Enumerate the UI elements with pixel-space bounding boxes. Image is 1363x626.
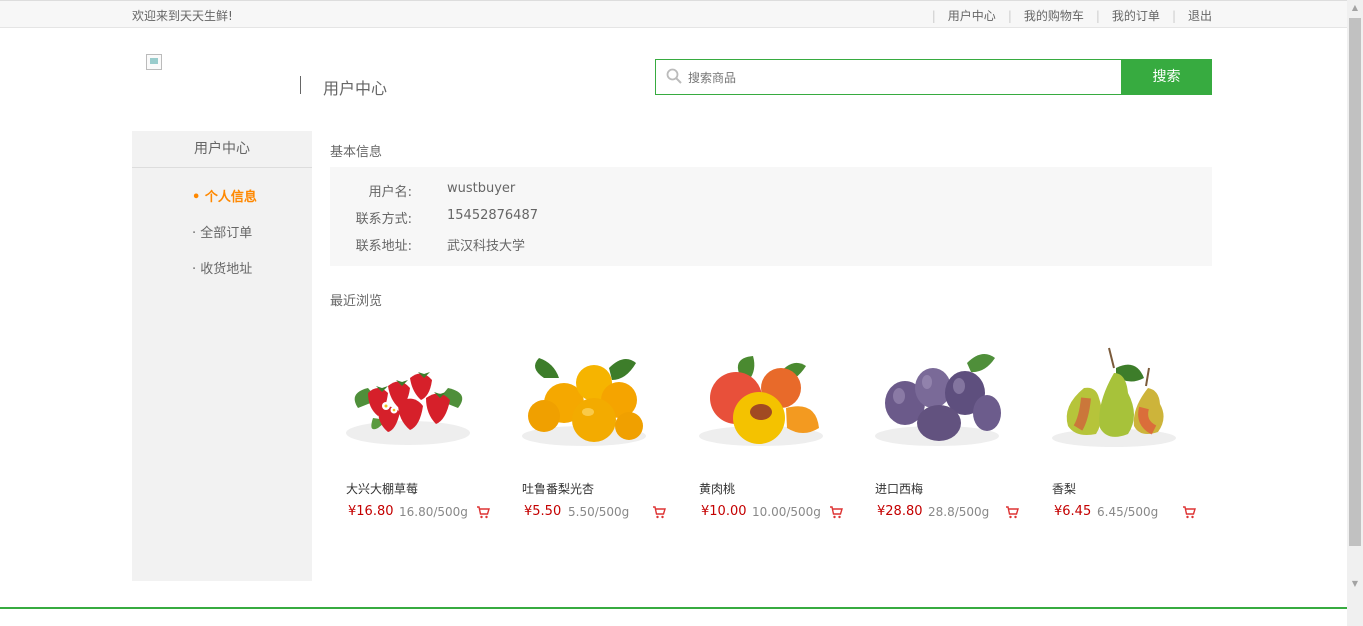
- cart-icon[interactable]: [1182, 505, 1196, 519]
- link-user-center[interactable]: 用户中心: [948, 7, 996, 24]
- product-name[interactable]: 吐鲁番梨光杏: [522, 480, 594, 497]
- product-unit: 28.8/500g: [928, 505, 990, 519]
- link-cart[interactable]: 我的购物车: [1024, 7, 1084, 24]
- product-name[interactable]: 大兴大棚草莓: [346, 480, 418, 497]
- page-title: 用户中心: [323, 79, 388, 98]
- product-card[interactable]: 香梨 ¥6.45 6.45/500g: [1036, 338, 1196, 528]
- recent-title: 最近浏览: [330, 294, 383, 309]
- product-unit: 10.00/500g: [752, 505, 821, 519]
- product-price: ¥28.80: [877, 504, 923, 519]
- product-card[interactable]: 黄肉桃 ¥10.00 10.00/500g: [683, 338, 843, 528]
- info-row: 联系方式: 15452876487: [330, 208, 1212, 228]
- cart-icon[interactable]: [476, 505, 490, 519]
- search-box: [655, 59, 1122, 95]
- info-value-username: wustbuyer: [447, 181, 516, 196]
- cart-icon[interactable]: [1005, 505, 1019, 519]
- sidebar-item-address[interactable]: · 收货地址: [192, 258, 252, 277]
- sidebar: 用户中心 • 个人信息 · 全部订单 · 收货地址: [132, 131, 312, 581]
- product-card[interactable]: 吐鲁番梨光杏 ¥5.50 5.50/500g: [506, 338, 666, 528]
- info-value-phone: 15452876487: [447, 208, 538, 223]
- sidebar-item-orders[interactable]: · 全部订单: [192, 222, 252, 241]
- product-price: ¥16.80: [348, 504, 394, 519]
- product-name[interactable]: 黄肉桃: [699, 480, 735, 497]
- logo-broken-image[interactable]: [146, 54, 162, 70]
- search-input[interactable]: [688, 68, 1108, 88]
- product-price: ¥10.00: [701, 504, 747, 519]
- product-card[interactable]: 大兴大棚草莓 ¥16.80 16.80/500g: [330, 338, 490, 528]
- strawberry-image[interactable]: [338, 338, 478, 458]
- basic-info-panel: 用户名: wustbuyer 联系方式: 15452876487 联系地址: 武…: [330, 167, 1212, 266]
- info-row: 联系地址: 武汉科技大学: [330, 235, 1212, 255]
- product-price: ¥5.50: [524, 504, 562, 519]
- product-name[interactable]: 进口西梅: [875, 480, 923, 497]
- pear-image[interactable]: [1044, 338, 1184, 458]
- product-price: ¥6.45: [1054, 504, 1092, 519]
- product-name[interactable]: 香梨: [1052, 480, 1076, 497]
- info-value-address: 武汉科技大学: [447, 239, 526, 254]
- product-unit: 16.80/500g: [399, 505, 468, 519]
- welcome-text: 欢迎来到天天生鲜!: [132, 9, 233, 23]
- link-logout[interactable]: 退出: [1188, 7, 1212, 24]
- product-unit: 5.50/500g: [568, 505, 630, 519]
- product-unit: 6.45/500g: [1097, 505, 1159, 519]
- plum-image[interactable]: [867, 338, 1007, 458]
- scroll-up-icon[interactable]: ▲: [1347, 0, 1363, 16]
- search-icon: [666, 68, 682, 84]
- footer-divider: [0, 607, 1347, 609]
- basic-info-title: 基本信息: [330, 145, 383, 160]
- product-card[interactable]: 进口西梅 ¥28.80 28.8/500g: [859, 338, 1019, 528]
- top-bar: 欢迎来到天天生鲜! | 用户中心 | 我的购物车 | 我的订单 | 退出: [0, 0, 1347, 28]
- scrollbar-thumb[interactable]: [1349, 18, 1361, 546]
- sidebar-item-profile[interactable]: • 个人信息: [192, 186, 257, 205]
- info-label-phone: 联系方式:: [355, 212, 412, 227]
- vertical-scrollbar[interactable]: ▲ ▼: [1347, 0, 1363, 626]
- search-button[interactable]: 搜索: [1121, 59, 1212, 95]
- info-label-username: 用户名:: [368, 185, 412, 200]
- cart-icon[interactable]: [652, 505, 666, 519]
- header-divider: [300, 76, 301, 94]
- link-orders[interactable]: 我的订单: [1112, 7, 1160, 24]
- sidebar-title: 用户中心: [132, 131, 312, 168]
- top-nav: | 用户中心 | 我的购物车 | 我的订单 | 退出: [931, 7, 1212, 24]
- apricot-image[interactable]: [514, 338, 654, 458]
- peach-image[interactable]: [691, 338, 831, 458]
- info-row: 用户名: wustbuyer: [330, 181, 1212, 201]
- info-label-address: 联系地址:: [355, 239, 412, 254]
- cart-icon[interactable]: [829, 505, 843, 519]
- scroll-down-icon[interactable]: ▼: [1347, 576, 1363, 592]
